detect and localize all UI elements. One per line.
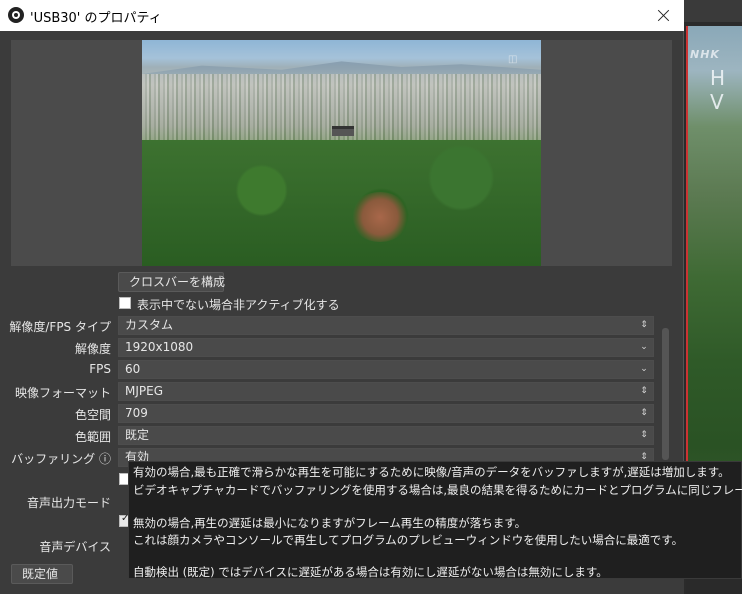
color-range-label: 色範囲 — [74, 430, 111, 444]
video-format-value: MJPEG — [125, 384, 164, 398]
preview-channel-logo: ◫ — [508, 54, 518, 65]
updown-arrow-icon: ⇕ — [640, 386, 648, 396]
deactivate-when-hidden-label: 表示中でない場合非アクティブ化する — [137, 298, 340, 312]
tooltip-line-5: 自動検出 (既定) ではデバイスに遅延がある場合は有効にし遅延がない場合は無効に… — [133, 565, 608, 579]
updown-arrow-icon: ⇕ — [640, 430, 648, 440]
defaults-button[interactable]: 既定値 — [11, 564, 73, 584]
preview-autumn-tree — [350, 192, 410, 242]
background-app-toolbar — [684, 0, 742, 22]
chevron-down-icon: ⌄ — [640, 342, 648, 352]
close-button[interactable] — [644, 0, 684, 31]
color-space-select[interactable]: 709 ⇕ — [118, 404, 654, 423]
preview-hills — [142, 61, 541, 74]
chevron-down-icon: ⌄ — [640, 364, 648, 374]
buffering-label: バッファリング ⓘ — [11, 452, 111, 466]
color-space-label: 色空間 — [74, 408, 111, 422]
preview-temple — [332, 126, 354, 136]
tooltip-line-4: これは顔カメラやコンソールで再生してプログラムのプレビューウィンドウを使用したい… — [133, 533, 684, 547]
resolution-fps-type-select[interactable]: カスタム ⇕ — [118, 316, 654, 335]
fps-label: FPS — [89, 362, 111, 376]
fps-value: 60 — [125, 362, 141, 376]
camera-preview-image: ◫ — [142, 40, 541, 266]
preview-forest — [142, 140, 541, 266]
obs-icon — [8, 7, 24, 23]
resolution-value: 1920x1080 — [125, 340, 194, 354]
fps-select[interactable]: 60 ⌄ — [118, 360, 654, 379]
preview-panel: ◫ — [11, 40, 672, 266]
buffering-tooltip: 有効の場合,最も正確で滑らかな再生を可能にするために映像/音声のデータをバッファ… — [128, 461, 742, 579]
color-range-select[interactable]: 既定 ⇕ — [118, 426, 654, 445]
tooltip-line-1: 有効の場合,最も正確で滑らかな再生を可能にするために映像/音声のデータをバッファ… — [133, 465, 730, 479]
updown-arrow-icon: ⇕ — [640, 408, 648, 418]
video-format-select[interactable]: MJPEG ⇕ — [118, 382, 654, 401]
deactivate-when-hidden-checkbox[interactable] — [119, 297, 131, 309]
tooltip-line-3: 無効の場合,再生の遅延は最小になりますがフレーム再生の精度が落ちます。 — [133, 516, 527, 530]
video-format-label: 映像フォーマット — [14, 386, 111, 400]
configure-crossbar-button[interactable]: クロスバーを構成 — [118, 272, 225, 292]
title-bar: 'USB30' のプロパティ — [0, 0, 684, 31]
resolution-fps-type-value: カスタム — [125, 318, 174, 332]
resolution-select[interactable]: 1920x1080 ⌄ — [118, 338, 654, 357]
screen: NHK H V 'USB30' のプロパティ ◫ クロスバーを構成 表示中でない… — [0, 0, 742, 594]
audio-device-label: 音声デバイス — [39, 540, 111, 554]
updown-arrow-icon: ⇕ — [640, 320, 648, 330]
resolution-label: 解像度 — [74, 342, 111, 356]
color-space-value: 709 — [125, 406, 148, 420]
audio-output-mode-label: 音声出力モード — [26, 496, 111, 510]
background-hv-logo: H V — [710, 66, 726, 114]
window-title: 'USB30' のプロパティ — [30, 11, 162, 26]
properties-scrollbar[interactable] — [662, 328, 669, 460]
color-range-value: 既定 — [125, 428, 150, 442]
resolution-fps-type-label: 解像度/FPS タイプ — [9, 320, 111, 334]
tooltip-line-2: ビデオキャプチャカードでバッファリングを使用する場合は,最良の結果を得るためにカ… — [133, 483, 742, 497]
background-nhk-logo: NHK — [690, 48, 720, 61]
